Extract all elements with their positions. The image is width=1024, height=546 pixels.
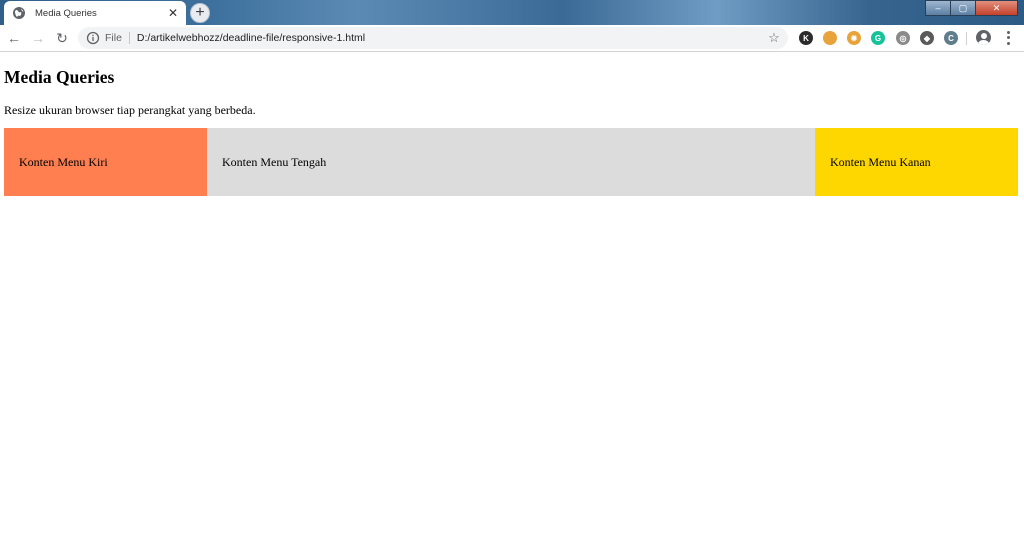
scheme-label: File — [105, 32, 122, 44]
address-bar[interactable]: File D:/artikelwebhozz/deadline-file/res… — [78, 27, 788, 49]
window-title-bar: Media Queries ✕ + – ▢ ✕ — [0, 0, 1024, 25]
address-divider — [128, 32, 130, 44]
globe-icon — [12, 6, 26, 20]
left-menu-column: Konten Menu Kiri — [4, 128, 207, 196]
page-title: Media Queries — [4, 67, 115, 87]
k-extension-icon[interactable]: K — [799, 31, 813, 45]
close-window-button[interactable]: ✕ — [975, 0, 1018, 16]
reload-button[interactable]: ↻ — [52, 28, 72, 48]
sun-extension-icon[interactable]: ✹ — [847, 31, 861, 45]
menu-columns: Konten Menu Kiri Konten Menu Tengah Kont… — [4, 128, 1018, 196]
url-text[interactable]: D:/artikelwebhozz/deadline-file/responsi… — [137, 32, 764, 44]
right-menu-column: Konten Menu Kanan — [815, 128, 1018, 196]
page-viewport: Media Queries Resize ukuran browser tiap… — [0, 53, 1024, 546]
globe-extension-icon[interactable]: ◎ — [896, 31, 910, 45]
forward-button[interactable]: → — [28, 28, 48, 48]
half-circle-extension-icon[interactable] — [823, 31, 837, 45]
c-extension-icon[interactable]: C — [944, 31, 958, 45]
browser-toolbar: ← → ↻ File D:/artikelwebhozz/deadline-fi… — [0, 25, 1024, 52]
new-tab-button[interactable]: + — [190, 3, 210, 23]
info-icon[interactable] — [86, 31, 100, 45]
minimize-button[interactable]: – — [925, 0, 951, 16]
grammarly-extension-icon[interactable]: G — [871, 31, 885, 45]
maximize-button[interactable]: ▢ — [950, 0, 976, 16]
profile-icon[interactable] — [976, 30, 991, 45]
browser-tab[interactable]: Media Queries ✕ — [4, 1, 186, 25]
middle-menu-column: Konten Menu Tengah — [207, 128, 815, 196]
tab-title: Media Queries — [35, 7, 97, 19]
back-button[interactable]: ← — [4, 28, 24, 48]
diamond-extension-icon[interactable]: ◆ — [920, 31, 934, 45]
window-controls: – ▢ ✕ — [925, 0, 1018, 16]
close-tab-icon[interactable]: ✕ — [165, 5, 181, 21]
toolbar-divider — [966, 32, 967, 45]
menu-icon[interactable] — [1002, 30, 1014, 46]
bookmark-star-icon[interactable]: ☆ — [764, 28, 784, 48]
page-intro-text: Resize ukuran browser tiap perangkat yan… — [4, 103, 256, 117]
